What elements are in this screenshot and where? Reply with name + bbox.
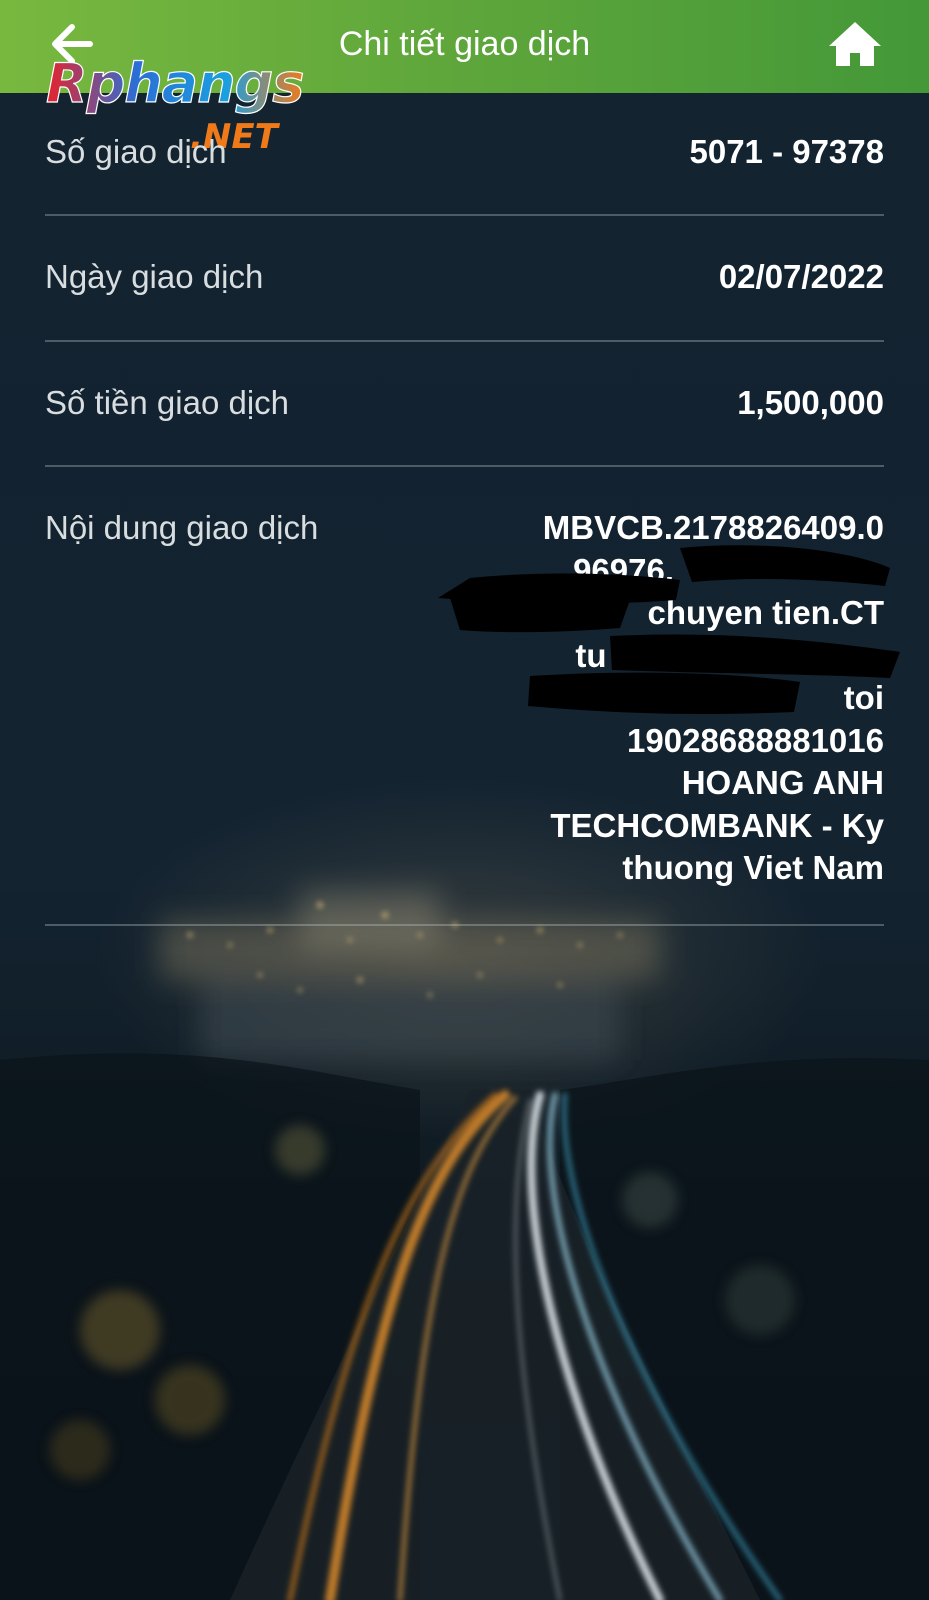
divider bbox=[45, 924, 884, 926]
transaction-content-label: Nội dung giao dịch bbox=[45, 509, 319, 546]
content-line: MBVCB.2178826409.0 bbox=[542, 509, 884, 546]
content-line: TECHCOMBANK - Ky bbox=[550, 806, 884, 844]
transaction-content-row: Nội dung giao dịch MBVCB.2178826409.0 96… bbox=[45, 507, 884, 897]
transaction-date-value: 02/07/2022 bbox=[718, 258, 884, 295]
home-button[interactable] bbox=[825, 16, 885, 72]
content-line: 96976. bbox=[573, 551, 674, 589]
divider bbox=[45, 465, 884, 467]
transaction-amount-row: Số tiền giao dịch 1,500,000 bbox=[45, 382, 884, 426]
transaction-amount-label: Số tiền giao dịch bbox=[45, 384, 290, 421]
transaction-number-value: 5071 - 97378 bbox=[689, 133, 884, 170]
divider bbox=[45, 214, 884, 216]
transaction-content-value: MBVCB.2178826409.0 96976. chuyen tien.CT… bbox=[464, 507, 884, 890]
transaction-amount-value: 1,500,000 bbox=[737, 384, 884, 421]
app-header: Chi tiết giao dịch bbox=[0, 0, 929, 93]
transaction-number-label: Số giao dịch bbox=[45, 133, 227, 170]
home-icon bbox=[829, 22, 881, 66]
transaction-number-row: Số giao dịch 5071 - 97378 bbox=[45, 131, 884, 175]
content-line: 19028688881016 bbox=[627, 721, 884, 759]
content-line: chuyen tien.CT bbox=[647, 594, 884, 631]
content-line: toi bbox=[843, 679, 884, 716]
transaction-date-label: Ngày giao dịch bbox=[45, 258, 264, 295]
transaction-detail-screen: Chi tiết giao dịch Rphangs .NET Số giao … bbox=[0, 0, 929, 1600]
content-line: tu 9 bbox=[575, 636, 634, 674]
page-title: Chi tiết giao dịch bbox=[338, 25, 591, 63]
transaction-date-row: Ngày giao dịch 02/07/2022 bbox=[45, 256, 884, 300]
content-line: HOANG ANH bbox=[681, 764, 884, 801]
divider bbox=[45, 340, 884, 342]
content-line: thuong Viet Nam bbox=[622, 849, 884, 886]
